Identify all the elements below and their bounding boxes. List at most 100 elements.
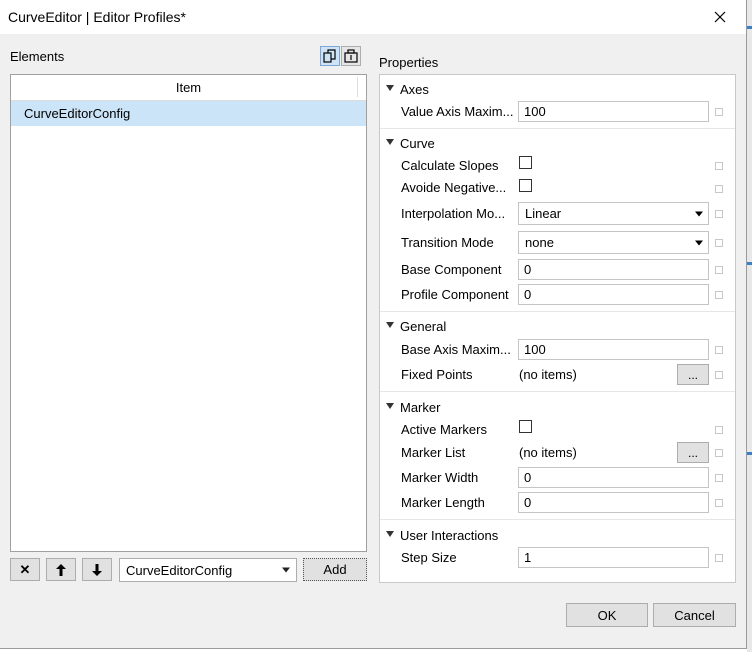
marker-length-input[interactable]: 0 bbox=[518, 492, 709, 513]
property-name: Transition Mode bbox=[401, 235, 494, 250]
arrow-up-icon bbox=[56, 563, 66, 576]
reset-icon[interactable] bbox=[715, 499, 723, 507]
background-window-edge bbox=[747, 0, 752, 652]
reset-icon[interactable] bbox=[715, 266, 723, 274]
reset-icon[interactable] bbox=[715, 554, 723, 562]
property-name: Marker List bbox=[401, 445, 466, 460]
profile-component-input[interactable]: 0 bbox=[518, 284, 709, 305]
base-axis-maximum-input[interactable]: 100 bbox=[518, 339, 709, 360]
title-bar: CurveEditor | Editor Profiles* bbox=[0, 0, 746, 34]
active-markers-checkbox[interactable] bbox=[519, 420, 532, 433]
cancel-button[interactable]: Cancel bbox=[653, 603, 736, 627]
property-row: Transition Mode none bbox=[380, 231, 735, 255]
property-row: Interpolation Mo... Linear bbox=[380, 202, 735, 226]
category-label: Curve bbox=[400, 135, 435, 151]
property-row: Profile Component 0 bbox=[380, 283, 735, 307]
collapse-triangle-icon bbox=[386, 322, 394, 328]
category-marker[interactable]: Marker bbox=[380, 397, 735, 417]
item-column-header[interactable]: Item bbox=[11, 75, 366, 101]
property-name: Profile Component bbox=[401, 287, 509, 302]
property-name: Interpolation Mo... bbox=[401, 206, 506, 221]
arrow-down-icon bbox=[92, 563, 102, 576]
property-name: Base Axis Maxim... bbox=[401, 342, 511, 357]
reset-icon[interactable] bbox=[715, 426, 723, 434]
remove-button[interactable]: ✕ bbox=[10, 558, 40, 581]
element-type-select[interactable]: CurveEditorConfig bbox=[119, 558, 297, 582]
add-button[interactable]: Add bbox=[303, 558, 367, 581]
category-user-interactions[interactable]: User Interactions bbox=[380, 525, 735, 545]
fixed-points-ellipsis-button[interactable]: ... bbox=[677, 364, 709, 385]
remove-icon: ✕ bbox=[19, 561, 31, 577]
marker-list-ellipsis-button[interactable]: ... bbox=[677, 442, 709, 463]
elements-list[interactable]: Item CurveEditorConfig bbox=[10, 74, 367, 552]
duplicate-button[interactable] bbox=[320, 46, 340, 66]
reset-icon[interactable] bbox=[715, 162, 723, 170]
divider bbox=[380, 128, 735, 129]
marker-width-input[interactable]: 0 bbox=[518, 467, 709, 488]
cancel-button-label: Cancel bbox=[674, 607, 715, 623]
reset-icon[interactable] bbox=[715, 449, 723, 457]
value-axis-maximum-input[interactable]: 100 bbox=[518, 101, 709, 122]
property-row: Marker Width 0 bbox=[380, 466, 735, 490]
reset-icon[interactable] bbox=[715, 185, 723, 193]
chevron-down-icon bbox=[695, 211, 703, 216]
reset-icon[interactable] bbox=[715, 291, 723, 299]
column-separator bbox=[357, 77, 358, 97]
item-column-label: Item bbox=[175, 80, 202, 95]
property-value: 0 bbox=[524, 287, 532, 302]
divider bbox=[380, 311, 735, 312]
property-row: Avoide Negative... bbox=[380, 176, 735, 200]
property-value: 0 bbox=[524, 470, 532, 485]
move-up-button[interactable] bbox=[46, 558, 76, 581]
chevron-down-icon bbox=[695, 240, 703, 245]
element-type-value: CurveEditorConfig bbox=[126, 562, 233, 578]
collapse-triangle-icon bbox=[386, 85, 394, 91]
interpolation-mode-select[interactable]: Linear bbox=[518, 202, 709, 225]
elements-label: Elements bbox=[10, 49, 65, 64]
list-item-label: CurveEditorConfig bbox=[24, 106, 131, 121]
property-value: none bbox=[525, 235, 554, 250]
category-general[interactable]: General bbox=[380, 316, 735, 336]
transition-mode-select[interactable]: none bbox=[518, 231, 709, 254]
category-axes[interactable]: Axes bbox=[380, 79, 735, 99]
collapse-triangle-icon bbox=[386, 139, 394, 145]
property-name: Marker Length bbox=[401, 495, 485, 510]
property-name: Fixed Points bbox=[401, 367, 473, 382]
properties-label: Properties bbox=[379, 55, 439, 70]
reset-icon[interactable] bbox=[715, 210, 723, 218]
property-name: Base Component bbox=[401, 262, 502, 277]
editor-profiles-dialog: CurveEditor | Editor Profiles* Elements … bbox=[0, 0, 747, 649]
property-row: Step Size 1 bbox=[380, 546, 735, 570]
reset-icon[interactable] bbox=[715, 239, 723, 247]
property-row: Fixed Points (no items) ... bbox=[380, 363, 735, 387]
calculate-slopes-checkbox[interactable] bbox=[519, 156, 532, 169]
step-size-input[interactable]: 1 bbox=[518, 547, 709, 568]
list-item[interactable]: CurveEditorConfig bbox=[11, 101, 366, 126]
property-name: Marker Width bbox=[401, 470, 479, 485]
move-down-button[interactable] bbox=[82, 558, 112, 581]
edge-accent-mark bbox=[747, 262, 752, 265]
property-value: 100 bbox=[524, 104, 546, 119]
property-row: Marker Length 0 bbox=[380, 491, 735, 515]
property-row: Base Axis Maxim... 100 bbox=[380, 338, 735, 362]
reset-icon[interactable] bbox=[715, 346, 723, 354]
paste-button[interactable] bbox=[341, 46, 361, 66]
property-value: 100 bbox=[524, 342, 546, 357]
ok-button[interactable]: OK bbox=[566, 603, 648, 627]
property-value: (no items) bbox=[519, 445, 577, 460]
duplicate-icon bbox=[323, 49, 336, 63]
category-curve[interactable]: Curve bbox=[380, 133, 735, 153]
property-grid[interactable]: Axes Value Axis Maxim... 100 Curve Calcu… bbox=[379, 74, 736, 583]
reset-icon[interactable] bbox=[715, 474, 723, 482]
property-value: 1 bbox=[524, 550, 532, 565]
chevron-down-icon bbox=[282, 567, 290, 573]
avoid-negative-checkbox[interactable] bbox=[519, 179, 532, 192]
reset-icon[interactable] bbox=[715, 108, 723, 116]
edge-accent-mark bbox=[747, 452, 752, 455]
close-button[interactable] bbox=[700, 2, 740, 32]
property-row: Value Axis Maxim... 100 bbox=[380, 100, 735, 124]
base-component-input[interactable]: 0 bbox=[518, 259, 709, 280]
reset-icon[interactable] bbox=[715, 371, 723, 379]
property-value: 0 bbox=[524, 495, 532, 510]
property-row: Active Markers bbox=[380, 418, 735, 442]
